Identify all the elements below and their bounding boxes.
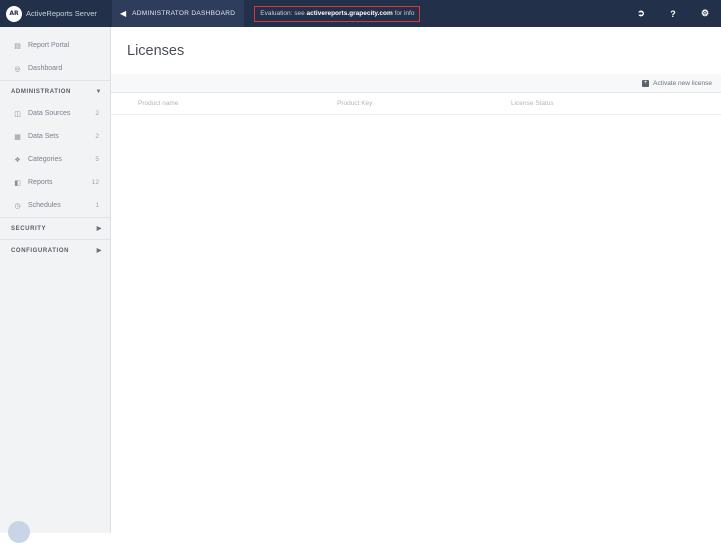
item-count: 12	[91, 179, 99, 186]
sidebar-item-label: Schedules	[28, 202, 61, 209]
eval-suffix: for info	[394, 10, 415, 17]
database-icon: ◫	[14, 110, 21, 118]
chevron-right-icon: ▶	[96, 248, 102, 254]
brand[interactable]: AR ActiveReports Server	[0, 0, 112, 27]
toolbar: + Activate new license	[111, 74, 721, 92]
add-icon: +	[642, 79, 650, 87]
sign-out-icon[interactable]: ➲	[625, 8, 657, 19]
sidebar-item-data-sources[interactable]: ◫ Data Sources 2	[0, 102, 110, 125]
help-icon[interactable]: ?	[657, 9, 689, 19]
sidebar-item-label: Dashboard	[28, 65, 63, 72]
main-content: Licenses + Activate new license Product …	[111, 27, 721, 533]
avatar[interactable]	[8, 521, 30, 543]
section-security[interactable]: SECURITY ▶	[0, 217, 110, 239]
activate-license-label: Activate new license	[653, 79, 712, 87]
eval-link[interactable]: activereports.grapecity.com	[307, 10, 393, 17]
item-count: 5	[95, 156, 99, 163]
brand-logo: AR	[6, 5, 22, 22]
table-icon: ▦	[14, 133, 21, 141]
sidebar-item-categories[interactable]: ❖ Categories 5	[0, 148, 110, 171]
portal-icon: ▤	[14, 42, 21, 50]
sidebar-item-label: Report Portal	[28, 42, 70, 49]
admin-dashboard-tab[interactable]: ◀ ADMINISTRATOR DASHBOARD	[112, 0, 245, 27]
admin-dashboard-label: ADMINISTRATOR DASHBOARD	[132, 10, 236, 17]
sidebar-item-report-portal[interactable]: ▤ Report Portal	[0, 34, 110, 57]
page-title: Licenses	[127, 43, 185, 59]
top-bar: AR ActiveReports Server ◀ ADMINISTRATOR …	[0, 0, 721, 27]
chevron-right-icon: ▶	[96, 226, 102, 232]
tags-icon: ❖	[14, 156, 21, 164]
section-label: CONFIGURATION	[11, 247, 70, 254]
section-label: SECURITY	[11, 225, 47, 232]
column-header-product-key[interactable]: Product Key	[337, 100, 372, 107]
sidebar-item-label: Data Sets	[28, 133, 59, 140]
section-configuration[interactable]: CONFIGURATION ▶	[0, 239, 110, 261]
section-label: ADMINISTRATION	[11, 88, 71, 95]
item-count: 2	[95, 133, 99, 140]
brand-name: ActiveReports Server	[26, 9, 97, 18]
evaluation-notice: Evaluation: see activereports.grapecity.…	[254, 5, 421, 22]
top-icons: ➲ ? ⚙	[625, 0, 721, 27]
megaphone-icon: ◀	[120, 9, 127, 18]
sidebar-item-data-sets[interactable]: ▦ Data Sets 2	[0, 125, 110, 148]
sidebar: ▤ Report Portal ◎ Dashboard ADMINISTRATI…	[0, 27, 111, 543]
report-icon: ◧	[14, 179, 21, 187]
sidebar-item-label: Categories	[28, 156, 62, 163]
clock-icon: ◷	[14, 202, 21, 210]
item-count: 2	[95, 110, 99, 117]
licenses-table-header: Product name Product Key License Status	[111, 92, 721, 115]
settings-icon[interactable]: ⚙	[689, 8, 721, 19]
column-header-license-status[interactable]: License Status	[511, 100, 554, 107]
column-header-product-name[interactable]: Product name	[138, 100, 178, 107]
item-count: 1	[95, 202, 99, 209]
sidebar-item-dashboard[interactable]: ◎ Dashboard	[0, 57, 110, 80]
section-administration[interactable]: ADMINISTRATION ▼	[0, 80, 110, 102]
sidebar-item-label: Data Sources	[28, 110, 71, 117]
dashboard-icon: ◎	[14, 65, 21, 73]
chevron-down-icon: ▼	[95, 88, 102, 95]
activate-license-button[interactable]: + Activate new license	[642, 79, 712, 87]
eval-prefix: Evaluation: see	[260, 10, 305, 17]
sidebar-item-reports[interactable]: ◧ Reports 12	[0, 171, 110, 194]
sidebar-item-schedules[interactable]: ◷ Schedules 1	[0, 194, 110, 217]
sidebar-item-label: Reports	[28, 179, 53, 186]
